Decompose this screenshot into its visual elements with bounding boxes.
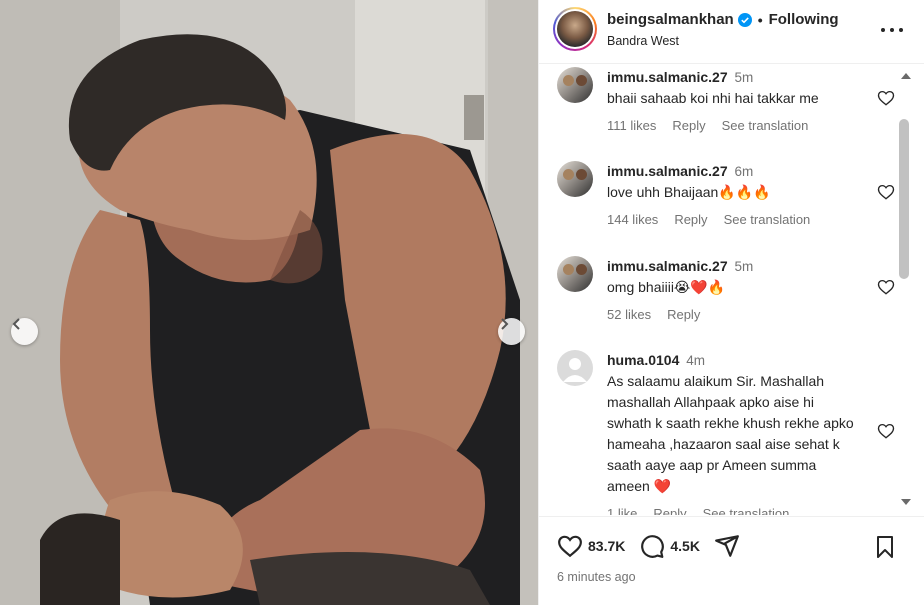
following-button[interactable]: Following [769, 11, 839, 28]
comments-list: immu.salmanic.27 5m bhaii sahaab koi nhi… [539, 65, 909, 515]
comment-likes[interactable]: 144 likes [607, 212, 658, 227]
comment-time: 6m [734, 164, 754, 179]
reply-button[interactable]: Reply [672, 118, 705, 133]
chevron-left-icon [12, 318, 20, 330]
share-icon [715, 535, 739, 557]
comments-scrollbar[interactable] [897, 65, 913, 515]
chevron-right-icon [501, 318, 509, 330]
comment-likes[interactable]: 1 like [607, 506, 637, 515]
see-translation-button[interactable]: See translation [724, 212, 811, 227]
comment-icon [641, 535, 665, 558]
author-avatar[interactable] [553, 7, 597, 51]
comment-username[interactable]: immu.salmanic.27 [607, 163, 728, 179]
comments-count[interactable]: 4.5K [670, 538, 700, 554]
next-image-button[interactable] [498, 318, 525, 345]
default-avatar-icon [563, 358, 587, 382]
comment-text: love uhh Bhaijaan🔥🔥🔥 [607, 184, 771, 200]
comment-time: 4m [686, 353, 706, 368]
comment-text: omg bhaiiii😭❤️🔥 [607, 279, 726, 295]
previous-image-button[interactable] [11, 318, 38, 345]
post-image-illustration [0, 0, 538, 605]
like-button[interactable]: 83.7K [557, 533, 625, 559]
comment-text: bhaii sahaab koi nhi hai takkar me [607, 90, 819, 106]
scroll-down-arrow-icon[interactable] [901, 499, 911, 505]
likes-count[interactable]: 83.7K [588, 538, 625, 554]
post-actions: 83.7K 4.5K [557, 533, 754, 559]
verified-badge-icon [737, 12, 752, 27]
comment-heart-icon[interactable] [877, 278, 895, 296]
commenter-avatar[interactable] [557, 350, 593, 386]
comment-time: 5m [734, 259, 754, 274]
comment-username[interactable]: immu.salmanic.27 [607, 69, 728, 85]
commenter-avatar[interactable] [557, 67, 593, 103]
commenter-avatar[interactable] [557, 161, 593, 197]
comment-username[interactable]: huma.0104 [607, 352, 679, 368]
comment-button[interactable]: 4.5K [639, 533, 700, 559]
reply-button[interactable]: Reply [667, 307, 700, 322]
scroll-thumb[interactable] [899, 119, 909, 279]
comment-heart-icon[interactable] [877, 89, 895, 107]
author-username[interactable]: beingsalmankhan [607, 11, 734, 28]
comment-username[interactable]: immu.salmanic.27 [607, 258, 728, 274]
heart-icon [558, 535, 582, 558]
comment-heart-icon[interactable] [877, 183, 895, 201]
comment-heart-icon[interactable] [877, 422, 895, 440]
post-header: beingsalmankhan • Following Bandra West [539, 0, 924, 64]
see-translation-button[interactable]: See translation [703, 506, 790, 515]
share-button[interactable] [714, 533, 740, 559]
reply-button[interactable]: Reply [653, 506, 686, 515]
see-translation-button[interactable]: See translation [722, 118, 809, 133]
commenter-avatar[interactable] [557, 256, 593, 292]
scroll-up-arrow-icon[interactable] [901, 73, 911, 79]
more-options-icon[interactable] [881, 20, 903, 40]
post-photo[interactable] [0, 0, 538, 605]
post-timestamp[interactable]: 6 minutes ago [557, 570, 636, 584]
bookmark-icon[interactable] [873, 535, 897, 559]
comment-likes[interactable]: 52 likes [607, 307, 651, 322]
comment-text: As salaamu alaikum Sir. Mashallah mashal… [607, 373, 854, 494]
comment-likes[interactable]: 111 likes [607, 118, 656, 133]
post-side-panel: beingsalmankhan • Following Bandra West … [538, 0, 924, 605]
post-footer: 83.7K 4.5K 6 minutes ago [539, 516, 924, 605]
reply-button[interactable]: Reply [674, 212, 707, 227]
comment-time: 5m [734, 70, 754, 85]
post-location[interactable]: Bandra West [607, 34, 679, 48]
separator-dot: • [757, 11, 763, 28]
